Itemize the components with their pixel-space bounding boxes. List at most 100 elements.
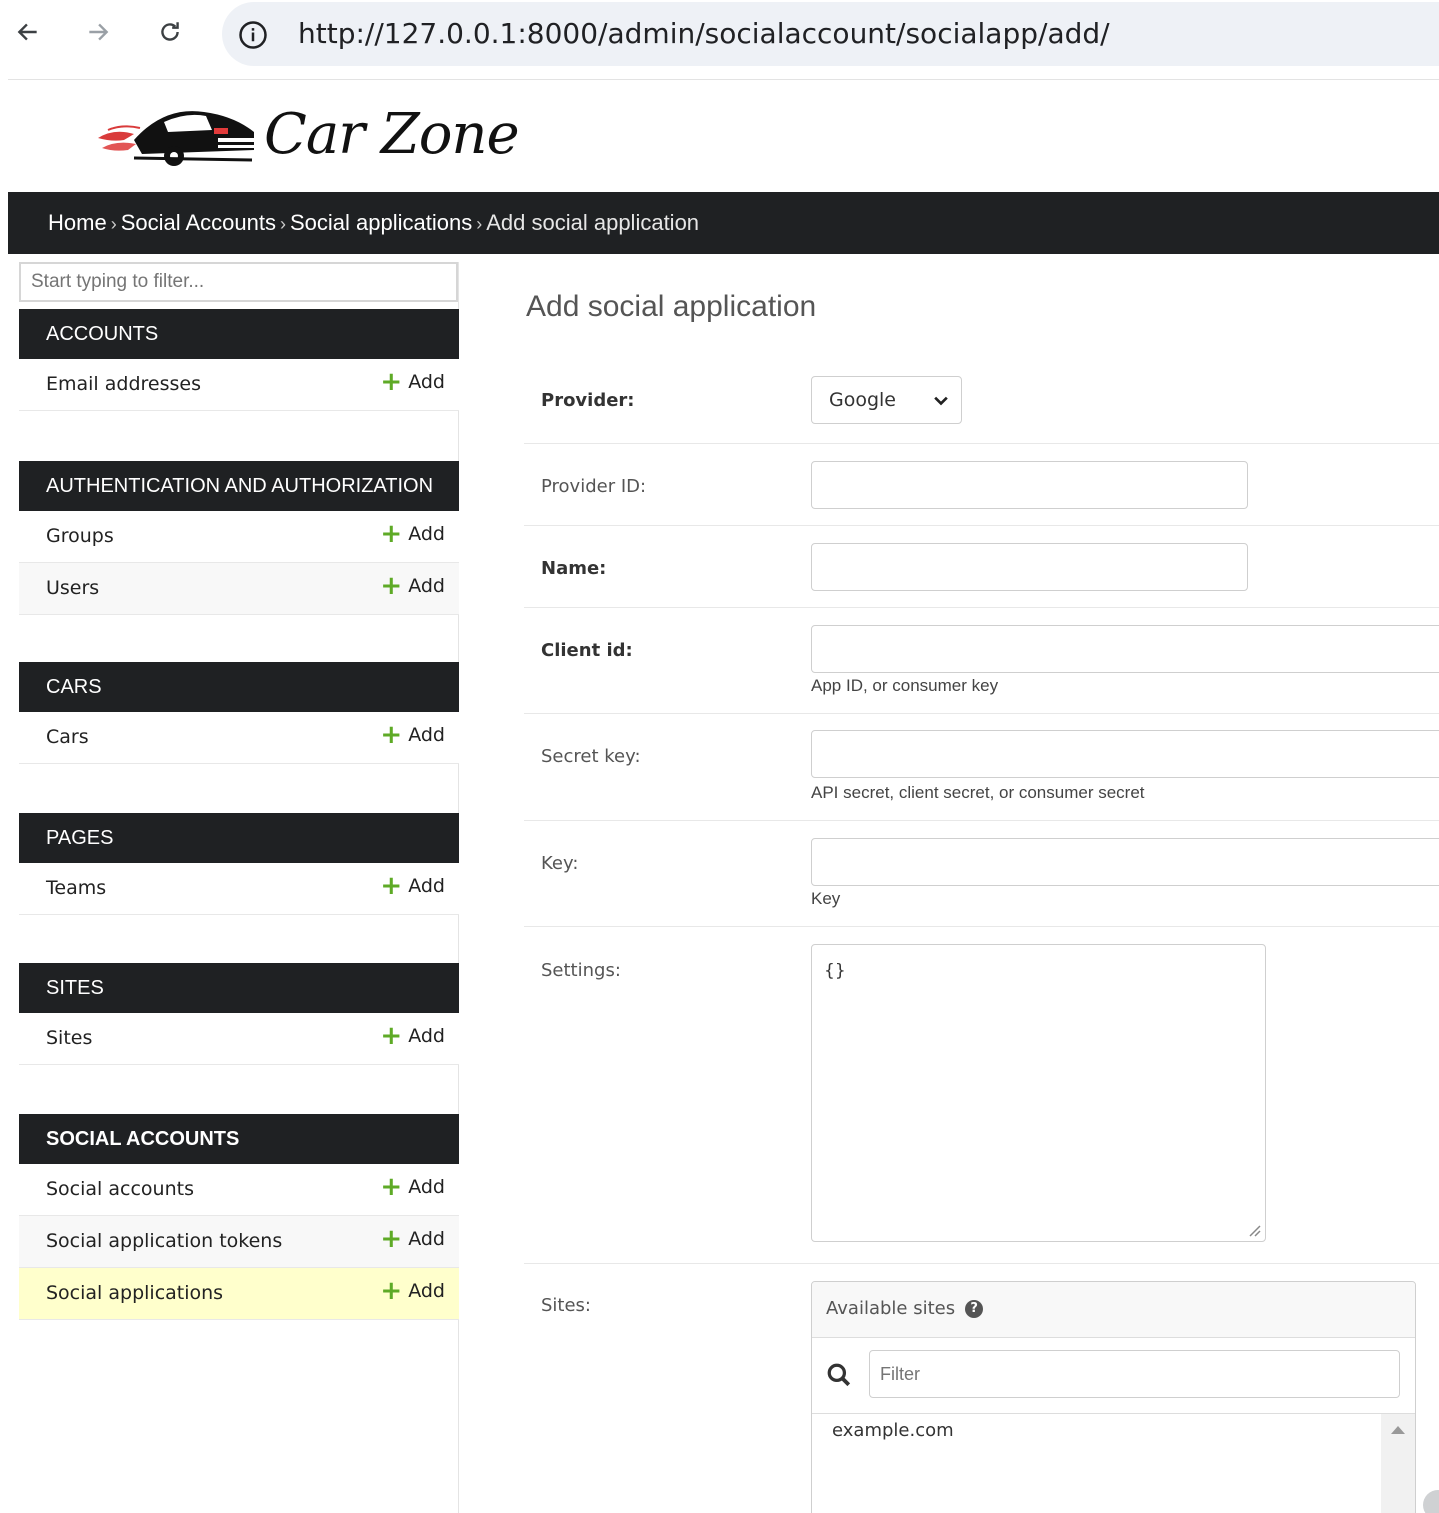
sidebar-item-sites[interactable]: Sites + Add — [19, 1013, 459, 1065]
sidebar-item-social-applications[interactable]: Social applications + Add — [19, 1268, 459, 1320]
module-cars: CARS Cars + Add — [19, 662, 459, 764]
module-title[interactable]: ACCOUNTS — [19, 309, 459, 359]
form-row-client-id: Client id: App ID, or consumer key — [524, 608, 1439, 714]
add-label: Add — [408, 1228, 445, 1250]
provider-label: Provider: — [541, 390, 635, 411]
add-label: Add — [408, 724, 445, 746]
toolbar-divider — [8, 79, 1439, 80]
browser-toolbar: http://127.0.0.1:8000/admin/socialaccoun… — [0, 0, 1439, 72]
add-button[interactable]: + Add — [380, 367, 445, 397]
add-button[interactable]: + Add — [380, 722, 445, 748]
reload-button[interactable] — [152, 14, 188, 50]
sidebar-item-label[interactable]: Groups — [46, 525, 114, 547]
add-button[interactable]: + Add — [380, 1276, 445, 1306]
add-button[interactable]: + Add — [380, 1023, 445, 1049]
add-button[interactable]: + Add — [380, 521, 445, 547]
key-help: Key — [811, 889, 841, 908]
module-accounts: ACCOUNTS Email addresses + Add — [19, 309, 459, 411]
name-label: Name: — [541, 558, 607, 579]
add-button[interactable]: + Add — [380, 571, 445, 601]
settings-label: Settings: — [541, 960, 621, 981]
sidebar-item-teams[interactable]: Teams + Add — [19, 863, 459, 915]
name-input[interactable] — [811, 543, 1248, 591]
sites-filter-bar — [812, 1338, 1415, 1414]
plus-icon: + — [380, 1276, 403, 1306]
sidebar-item-label[interactable]: Social application tokens — [46, 1230, 282, 1252]
sidebar-item-label[interactable]: Users — [46, 577, 99, 599]
help-icon[interactable]: ? — [965, 1300, 984, 1318]
breadcrumb-separator: › — [280, 214, 286, 234]
sidebar-item-social-application-tokens[interactable]: Social application tokens + Add — [19, 1216, 459, 1268]
secret-input[interactable] — [811, 730, 1439, 778]
module-title[interactable]: AUTHENTICATION AND AUTHORIZATION — [19, 461, 459, 511]
forward-button[interactable] — [80, 14, 116, 50]
add-button[interactable]: + Add — [380, 1174, 445, 1200]
chevron-down-icon — [934, 396, 948, 406]
sidebar-item-email-addresses[interactable]: Email addresses + Add — [19, 359, 459, 411]
module-title[interactable]: SITES — [19, 963, 459, 1013]
url-text[interactable]: http://127.0.0.1:8000/admin/socialaccoun… — [298, 17, 1110, 50]
arrow-left-icon — [17, 23, 37, 41]
module-title[interactable]: SOCIAL ACCOUNTS — [19, 1114, 459, 1164]
scrollbar[interactable] — [1381, 1414, 1415, 1513]
sidebar-item-social-accounts[interactable]: Social accounts + Add — [19, 1164, 459, 1216]
search-icon — [827, 1363, 851, 1387]
address-bar[interactable]: http://127.0.0.1:8000/admin/socialaccoun… — [222, 2, 1439, 66]
arrow-right-icon — [89, 23, 109, 41]
client-id-label: Client id: — [541, 640, 633, 661]
breadcrumb: Home › Social Accounts › Social applications… — [8, 192, 1439, 254]
list-item[interactable]: example.com — [832, 1420, 1362, 1441]
available-sites-list[interactable]: example.com — [812, 1414, 1382, 1513]
sidebar-item-label[interactable]: Social accounts — [46, 1178, 194, 1200]
sidebar-item-label[interactable]: Social applications — [46, 1282, 223, 1304]
sidebar-item-label[interactable]: Sites — [46, 1027, 92, 1049]
sites-filter-input[interactable] — [869, 1350, 1400, 1398]
resize-handle-icon[interactable] — [1247, 1223, 1261, 1237]
provider-selected-value: Google — [829, 389, 897, 411]
module-title[interactable]: CARS — [19, 662, 459, 712]
sidebar-item-label[interactable]: Email addresses — [46, 373, 201, 395]
provider-select[interactable]: Google — [811, 376, 962, 424]
sites-label: Sites: — [541, 1295, 592, 1316]
provider-id-input[interactable] — [811, 461, 1248, 509]
secret-help: API secret, client secret, or consumer s… — [811, 783, 1145, 802]
breadcrumb-separator: › — [110, 214, 117, 234]
sidebar-item-groups[interactable]: Groups + Add — [19, 511, 459, 563]
plus-icon: + — [380, 367, 403, 397]
sidebar-item-label[interactable]: Teams — [46, 877, 106, 899]
nav-filter-input[interactable] — [19, 262, 458, 302]
back-button[interactable] — [10, 14, 46, 50]
car-logo-icon — [98, 111, 254, 166]
form-row-name: Name: — [524, 526, 1439, 608]
breadcrumb-model[interactable]: Social applications — [290, 210, 472, 235]
form-row-provider-id: Provider ID: — [524, 444, 1439, 526]
breadcrumb-current: Add social application — [486, 210, 700, 235]
key-label: Key: — [541, 853, 579, 874]
client-id-input[interactable] — [811, 625, 1439, 673]
add-button[interactable]: + Add — [380, 873, 445, 899]
settings-textarea[interactable]: {} — [811, 944, 1266, 1242]
add-label: Add — [408, 1025, 445, 1047]
sidebar-item-label[interactable]: Cars — [46, 726, 89, 748]
breadcrumb-app[interactable]: Social Accounts — [121, 210, 276, 235]
breadcrumb-separator: › — [476, 214, 483, 234]
nav-sidebar: ACCOUNTS Email addresses +Add AUTHENTICA… — [19, 262, 459, 1513]
key-input[interactable] — [811, 838, 1439, 886]
module-title[interactable]: PAGES — [19, 813, 459, 863]
provider-id-label: Provider ID: — [541, 476, 647, 497]
plus-icon: + — [380, 571, 403, 601]
breadcrumb-home[interactable]: Home — [48, 210, 107, 235]
module-sites: SITES Sites + Add — [19, 963, 459, 1065]
available-sites-title: Available sites — [826, 1298, 956, 1319]
add-button[interactable]: + Add — [380, 1224, 445, 1254]
sidebar-item-users[interactable]: Users + Add — [19, 563, 459, 615]
sidebar-item-cars[interactable]: Cars + Add — [19, 712, 459, 764]
info-icon[interactable] — [238, 20, 268, 50]
available-sites-header: Available sites ? — [812, 1282, 1415, 1338]
client-id-help: App ID, or consumer key — [811, 676, 999, 695]
module-auth: AUTHENTICATION AND AUTHORIZATION Groups … — [19, 461, 459, 615]
secret-label: Secret key: — [541, 746, 641, 767]
scroll-up-icon[interactable] — [1391, 1426, 1405, 1434]
plus-icon: + — [380, 1224, 403, 1254]
site-logo[interactable]: Car Zone — [94, 100, 520, 172]
